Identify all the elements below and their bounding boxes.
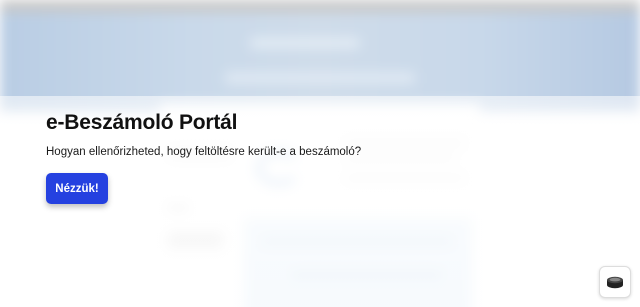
intro-subtitle: Hogyan ellenőrizheted, hogy feltöltésre … — [46, 146, 362, 158]
coin-stack-icon — [605, 274, 625, 290]
page-title: e-Beszámoló Portál — [46, 111, 238, 134]
intro-overlay: e-Beszámoló Portál Hogyan ellenőrizheted… — [46, 111, 361, 204]
lets-see-button[interactable]: Nézzük! — [46, 173, 108, 204]
floating-action-button[interactable] — [599, 266, 631, 298]
background-banner-line — [250, 38, 360, 48]
background-banner-line — [225, 72, 415, 84]
background-top-bar — [0, 0, 640, 12]
